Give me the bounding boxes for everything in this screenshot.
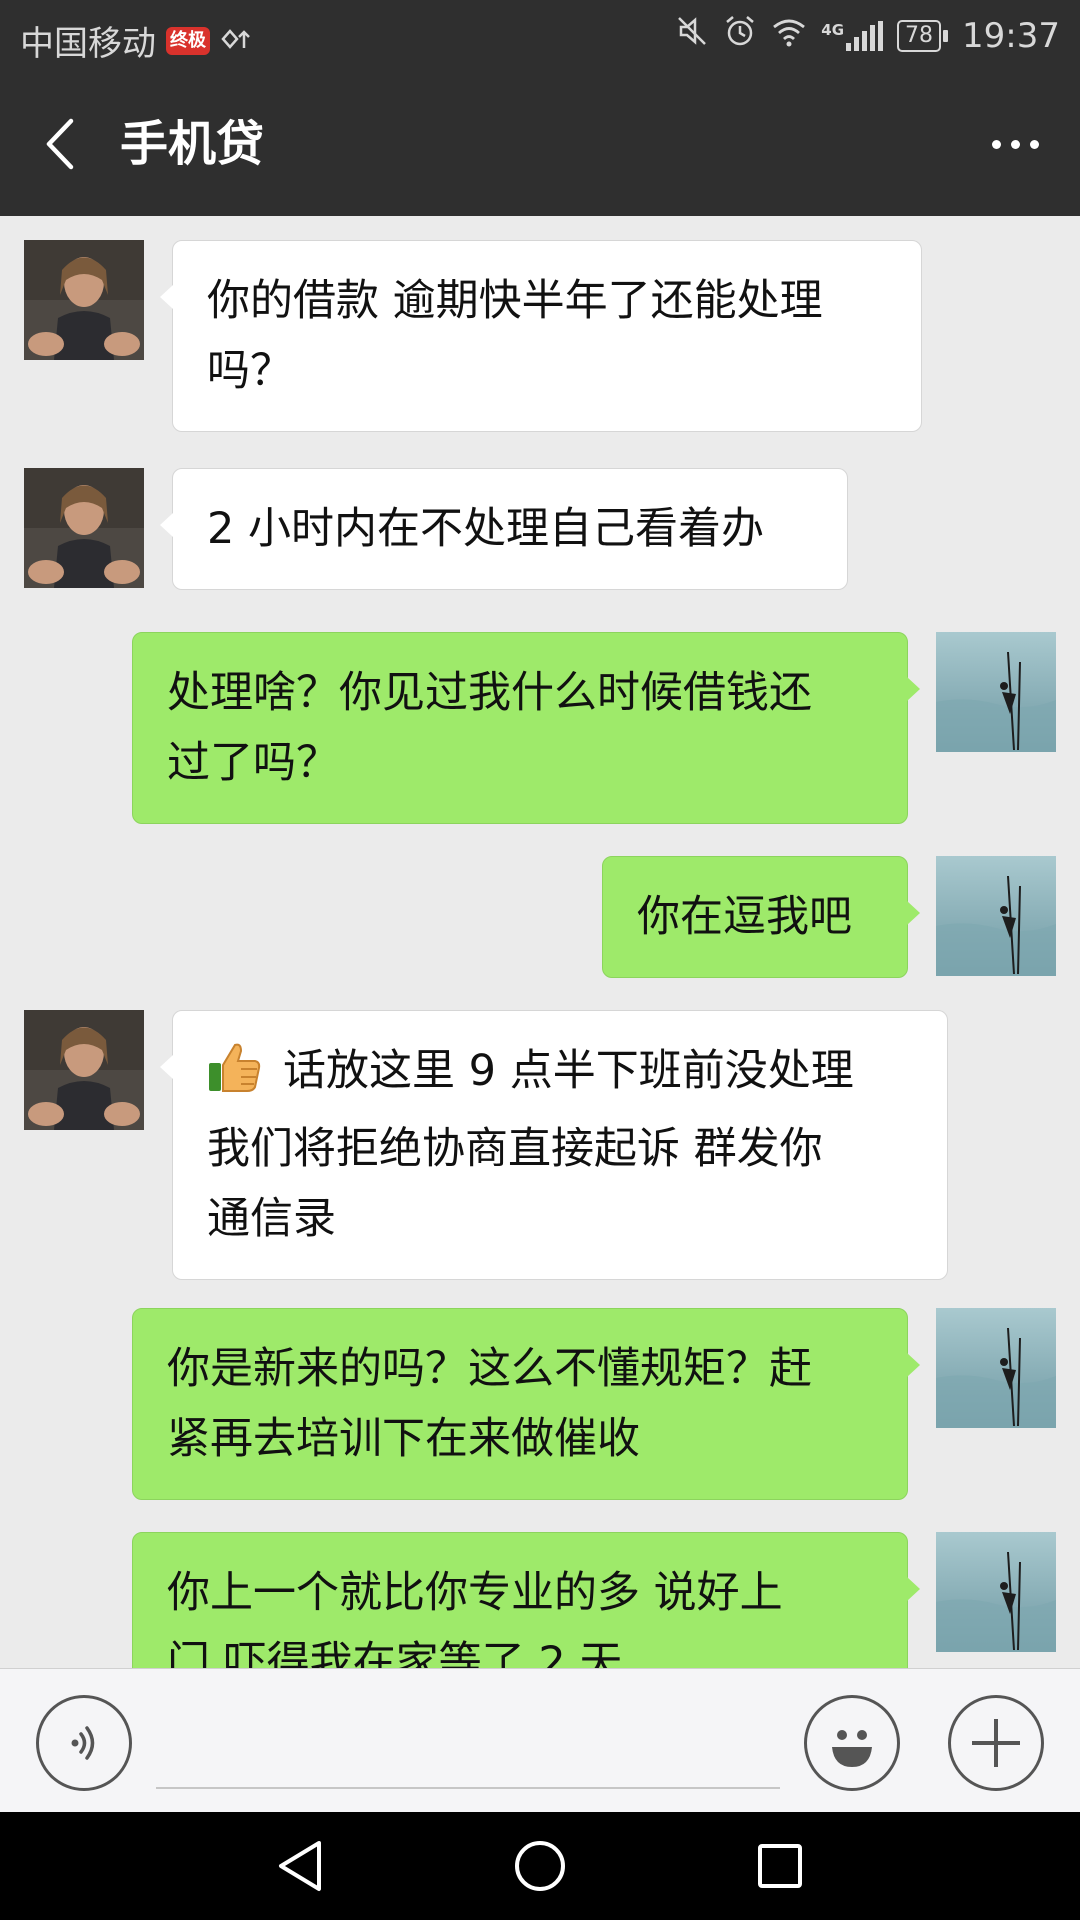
message-line: 处理啥？你见过我什么时候借钱还 [167, 668, 812, 718]
my-avatar[interactable] [936, 1308, 1056, 1428]
more-button[interactable] [980, 112, 1050, 176]
message-line: 你上一个就比你专业的多 说好上 [167, 1568, 783, 1618]
outgoing-message[interactable]: 你在逗我吧 [602, 856, 920, 978]
chat-area[interactable]: 你的借款 逾期快半年了还能处理 吗？ 2 小时内在不处理自己看着办 处理啥？你见… [0, 216, 1080, 1668]
input-bar [0, 1668, 1080, 1812]
plus-icon [972, 1719, 1020, 1767]
incoming-message[interactable]: 2 小时内在不处理自己看着办 [160, 468, 848, 590]
chat-header: 手机贷 [0, 72, 1080, 216]
data-sync-icon [220, 21, 254, 61]
my-avatar[interactable] [936, 856, 1056, 976]
message-line: 吗？ [207, 346, 293, 396]
message-line: 紧再去培训下在来做催收 [167, 1414, 640, 1464]
plus-button[interactable] [948, 1695, 1044, 1791]
message-line: 过了吗？ [167, 738, 339, 788]
battery-icon: 78 [897, 19, 949, 52]
thumbs-up-icon [207, 1041, 261, 1114]
my-avatar[interactable] [936, 1532, 1056, 1652]
status-left: 中国移动 终极 [20, 16, 254, 65]
message-line: 你在逗我吧 [637, 892, 852, 942]
battery-level: 78 [897, 19, 942, 52]
wifi-icon [771, 16, 807, 56]
circle-home-icon [515, 1841, 565, 1891]
carrier-label: 中国移动 [20, 24, 156, 64]
more-dots-icon [991, 139, 1001, 149]
contact-avatar[interactable] [24, 1010, 144, 1130]
outgoing-message[interactable]: 你是新来的吗？这么不懂规矩？赶 紧再去培训下在来做催收 [132, 1308, 920, 1500]
clock: 19:37 [962, 15, 1060, 56]
my-avatar[interactable] [936, 632, 1056, 752]
message-line: 我们将拒绝协商直接起诉 群发你 [207, 1124, 823, 1174]
message-line: 2 小时内在不处理自己看着办 [207, 504, 765, 554]
emoji-button[interactable] [804, 1695, 900, 1791]
network-type: 4G [821, 20, 845, 39]
system-nav-bar [0, 1812, 1080, 1920]
voice-button[interactable] [36, 1695, 132, 1791]
nav-home-button[interactable] [510, 1836, 570, 1896]
back-button[interactable] [30, 112, 90, 176]
outgoing-message[interactable]: 你上一个就比你专业的多 说好上 门 吓得我在家等了 2 天 [132, 1532, 920, 1668]
carrier-badge: 终极 [166, 26, 210, 55]
status-bar: 中国移动 终极 4G 78 19:37 [0, 0, 1080, 72]
square-recents-icon [758, 1844, 802, 1888]
back-arrow-icon [46, 118, 74, 170]
incoming-message[interactable]: 你的借款 逾期快半年了还能处理 吗？ [160, 240, 922, 432]
nav-recents-button[interactable] [750, 1836, 810, 1896]
message-line: 话放这里 9 点半下班前没处理 [283, 1046, 854, 1096]
chat-title: 手机贷 [120, 116, 265, 172]
message-line: 你是新来的吗？这么不懂规矩？赶 [167, 1344, 812, 1394]
nav-back-button[interactable] [270, 1836, 330, 1896]
outgoing-message[interactable]: 处理啥？你见过我什么时候借钱还 过了吗？ [132, 632, 920, 824]
message-input[interactable] [156, 1699, 780, 1789]
emoji-icon [832, 1730, 872, 1767]
contact-avatar[interactable] [24, 240, 144, 360]
message-line: 通信录 [207, 1194, 336, 1244]
voice-icon [71, 1726, 95, 1760]
mute-icon [675, 14, 709, 57]
contact-avatar[interactable] [24, 468, 144, 588]
message-line: 你的借款 逾期快半年了还能处理 [207, 276, 823, 326]
alarm-icon [723, 14, 757, 57]
incoming-message[interactable]: 话放这里 9 点半下班前没处理 我们将拒绝协商直接起诉 群发你 通信录 [160, 1010, 948, 1280]
triangle-back-icon [279, 1841, 321, 1891]
signal-icon: 4G [821, 20, 884, 51]
status-right: 4G 78 19:37 [675, 14, 1060, 57]
message-line: 门 吓得我在家等了 2 天 [167, 1638, 623, 1668]
